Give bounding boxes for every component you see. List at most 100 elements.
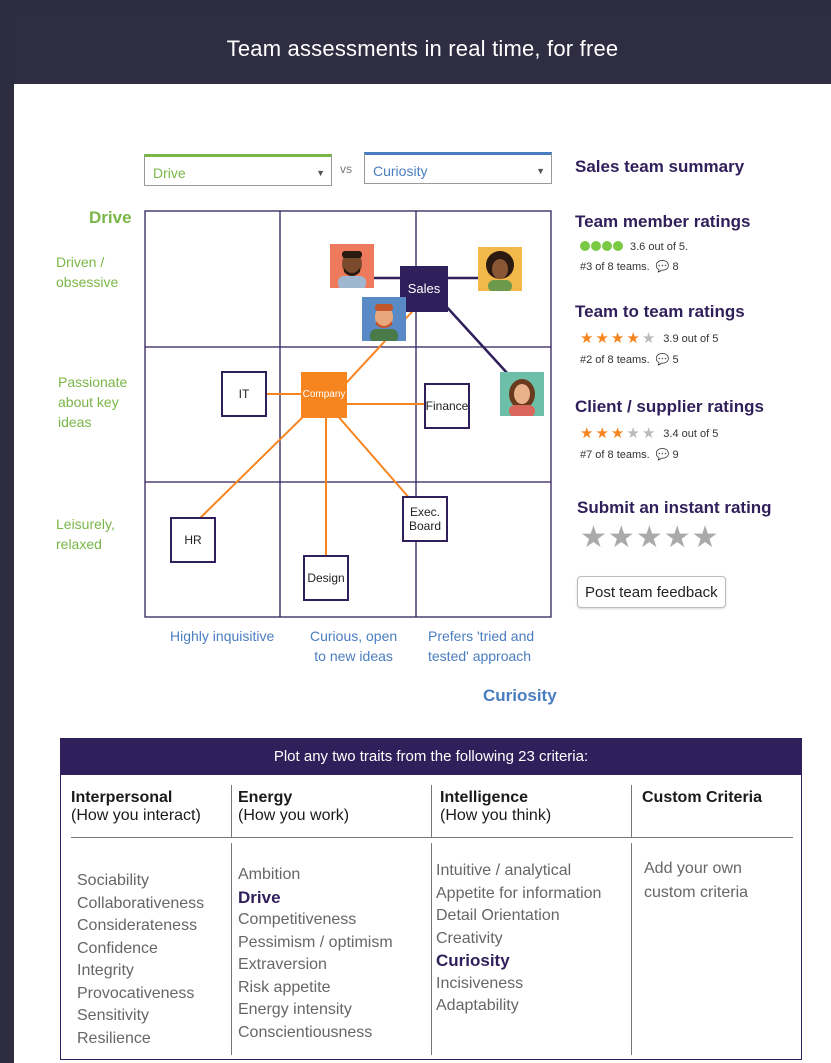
criterion-item[interactable]: Provocativeness	[77, 983, 204, 1006]
summary-title: Sales team summary	[575, 157, 745, 176]
column-title: Interpersonal	[71, 789, 173, 806]
comment-icon[interactable]: 💬	[656, 449, 670, 461]
criteria-column-energy: Energy (How you work)	[238, 789, 428, 825]
member-rank-row: #3 of 8 teams. 💬 8	[580, 260, 679, 273]
criterion-item[interactable]: Energy intensity	[238, 999, 393, 1022]
divider	[431, 785, 432, 837]
criterion-item[interactable]: Conscientiousness	[238, 1022, 393, 1045]
client-rank-text: #7 of 8 teams.	[580, 449, 650, 461]
criterion-item[interactable]: Incisiveness	[436, 973, 601, 996]
criterion-item-selected[interactable]: Drive	[238, 887, 393, 910]
criteria-header: Plot any two traits from the following 2…	[61, 739, 801, 775]
criterion-item[interactable]: Pessimism / optimism	[238, 932, 393, 955]
star-rating-icon: ★ ★ ★ ★ ★	[580, 425, 656, 442]
criterion-item[interactable]: Risk appetite	[238, 977, 393, 1000]
team-member-avatar[interactable]	[362, 297, 406, 341]
criterion-item[interactable]: Integrity	[77, 960, 204, 983]
avatar-person-icon	[330, 244, 374, 288]
team-ratings-heading: Team to team ratings	[575, 302, 745, 321]
page: Team assessments in real time, for free …	[14, 14, 831, 1063]
criterion-item[interactable]: Adaptability	[436, 995, 601, 1018]
node-design[interactable]: Design	[303, 555, 349, 601]
node-sales[interactable]: Sales	[400, 266, 448, 312]
column-title: Intelligence	[440, 789, 529, 806]
criterion-item[interactable]: Sensitivity	[77, 1005, 204, 1028]
member-rating-text: 3.6 out of 5.	[630, 241, 689, 253]
custom-list: Add your own custom criteria	[644, 857, 748, 905]
rating-dots-icon	[580, 238, 624, 256]
comment-icon[interactable]: 💬	[656, 354, 670, 366]
divider	[231, 843, 232, 1055]
node-finance[interactable]: Finance	[424, 383, 470, 429]
client-comment-count[interactable]: 9	[673, 449, 679, 461]
submit-rating-heading: Submit an instant rating	[577, 498, 772, 517]
team-member-avatar[interactable]	[478, 247, 522, 291]
client-rating-text: 3.4 out of 5	[663, 427, 719, 440]
criterion-item[interactable]: Considerateness	[77, 915, 204, 938]
column-subtitle: (How you interact)	[71, 807, 201, 824]
criterion-item[interactable]: Confidence	[77, 938, 204, 961]
team-comment-count[interactable]: 5	[673, 354, 679, 366]
column-subtitle: (How you think)	[440, 807, 552, 824]
column-subtitle: (How you work)	[238, 807, 350, 824]
criterion-item[interactable]: Appetite for information	[436, 883, 601, 906]
comment-icon[interactable]: 💬	[656, 261, 670, 273]
criterion-item[interactable]: Resilience	[77, 1028, 204, 1051]
star-5-icon[interactable]: ★	[692, 521, 720, 554]
link-sales-member4	[443, 303, 509, 375]
team-rating-text: 3.9 out of 5	[663, 332, 719, 345]
member-rating-row: 3.6 out of 5.	[580, 238, 688, 256]
team-rank-text: #2 of 8 teams.	[580, 354, 650, 366]
member-rank-text: #3 of 8 teams.	[580, 261, 650, 273]
team-member-avatar[interactable]	[330, 244, 374, 288]
criterion-item-selected[interactable]: Curiosity	[436, 950, 601, 973]
team-member-avatar[interactable]	[500, 372, 544, 416]
criteria-column-custom: Custom Criteria	[642, 789, 800, 807]
criteria-column-interpersonal: Interpersonal (How you interact)	[71, 789, 229, 825]
node-exec-board[interactable]: Exec. Board	[402, 496, 448, 542]
submit-star-rating[interactable]: ★★★★★	[580, 520, 720, 555]
node-it[interactable]: IT	[221, 371, 267, 417]
avatar-person-icon	[500, 372, 544, 416]
criterion-item[interactable]: Sociability	[77, 870, 204, 893]
energy-list: Ambition Drive Competitiveness Pessimism…	[238, 864, 393, 1044]
criteria-panel: Plot any two traits from the following 2…	[60, 738, 802, 1060]
avatar-person-icon	[362, 297, 406, 341]
criterion-item[interactable]: Extraversion	[238, 954, 393, 977]
criterion-item[interactable]: Ambition	[238, 864, 393, 887]
column-title: Custom Criteria	[642, 789, 763, 806]
avatar-person-icon	[478, 247, 522, 291]
client-rating-row: ★ ★ ★ ★ ★ 3.4 out of 5	[580, 424, 718, 443]
criterion-item[interactable]: Competitiveness	[238, 909, 393, 932]
member-ratings-heading: Team member ratings	[575, 212, 751, 231]
criteria-column-intelligence: Intelligence (How you think)	[440, 789, 630, 825]
column-title: Energy	[238, 789, 293, 806]
node-company[interactable]: Company	[301, 372, 347, 418]
star-2-icon[interactable]: ★	[608, 521, 636, 554]
criterion-item[interactable]: Detail Orientation	[436, 905, 601, 928]
node-hr[interactable]: HR	[170, 517, 216, 563]
link-company-exec	[335, 413, 419, 509]
criterion-item[interactable]: Intuitive / analytical	[436, 860, 601, 883]
post-team-feedback-button[interactable]: Post team feedback	[577, 576, 726, 608]
divider	[631, 785, 632, 837]
criterion-item[interactable]: Creativity	[436, 928, 601, 951]
star-1-icon[interactable]: ★	[580, 521, 608, 554]
star-rating-icon: ★ ★ ★ ★ ★	[580, 330, 656, 347]
star-4-icon[interactable]: ★	[664, 521, 692, 554]
link-company-hr	[191, 405, 315, 527]
interpersonal-list: Sociability Collaborativeness Considerat…	[77, 870, 204, 1050]
divider	[231, 785, 232, 837]
divider	[431, 843, 432, 1055]
client-rank-row: #7 of 8 teams. 💬 9	[580, 448, 679, 461]
divider	[71, 837, 793, 838]
criterion-item[interactable]: Collaborativeness	[77, 893, 204, 916]
divider	[631, 843, 632, 1055]
add-custom-criteria-link[interactable]: Add your own custom criteria	[644, 857, 748, 905]
member-comment-count[interactable]: 8	[673, 261, 679, 273]
team-matrix	[144, 210, 552, 618]
team-rank-row: #2 of 8 teams. 💬 5	[580, 353, 679, 366]
client-ratings-heading: Client / supplier ratings	[575, 397, 764, 416]
intelligence-list: Intuitive / analytical Appetite for info…	[436, 860, 601, 1018]
star-3-icon[interactable]: ★	[636, 521, 664, 554]
